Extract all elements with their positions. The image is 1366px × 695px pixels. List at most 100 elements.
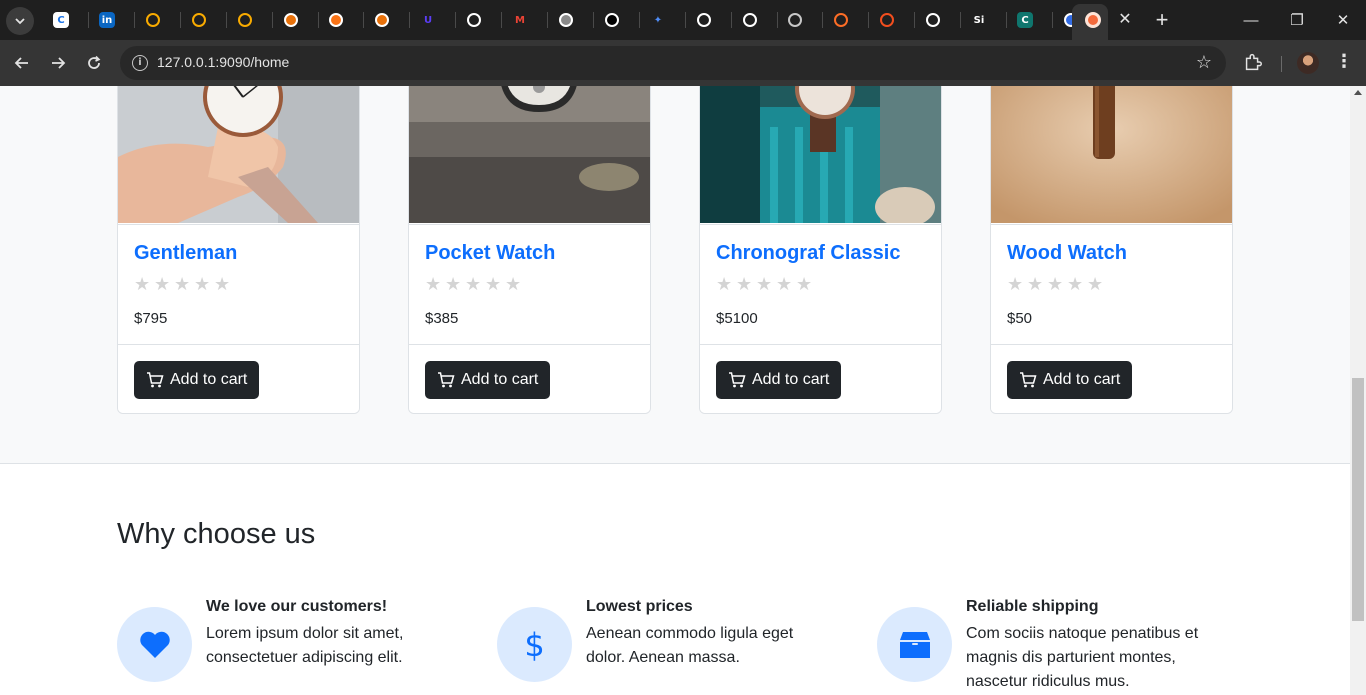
tab-separator [593, 12, 594, 28]
url-text[interactable]: 127.0.0.1:9090/home [157, 54, 289, 70]
star-rating: ★ ★ ★ ★ ★ [425, 276, 522, 294]
tab-separator [685, 12, 686, 28]
forward-button[interactable] [45, 50, 71, 76]
product-image-chronograf-classic[interactable] [700, 86, 941, 223]
address-bar[interactable]: i 127.0.0.1:9090/home ☆ [120, 46, 1226, 80]
tab-separator [547, 12, 548, 28]
product-image-wood-watch[interactable] [991, 86, 1232, 223]
gitlab-icon[interactable] [831, 10, 851, 30]
tab-separator [1006, 12, 1007, 28]
star-icon: ★ [194, 274, 211, 295]
reload-button[interactable] [81, 50, 107, 76]
tab-separator [731, 12, 732, 28]
watch-photo [700, 86, 941, 223]
product-title[interactable]: Chronograf Classic [716, 242, 900, 265]
watch-photo [991, 86, 1232, 223]
bookmark-star-icon[interactable]: ☆ [1196, 52, 1212, 73]
new-tab-button[interactable]: + [1150, 7, 1174, 33]
product-title[interactable]: Wood Watch [1007, 242, 1127, 265]
google-cloud-icon[interactable] [235, 10, 255, 30]
maximize-button[interactable]: ❐ [1274, 0, 1320, 40]
arrow-right-icon [52, 57, 66, 69]
product-title[interactable]: Pocket Watch [425, 242, 555, 265]
add-to-cart-button[interactable]: Add to cart [716, 361, 842, 399]
puzzle-icon [1245, 53, 1262, 71]
google-cloud-icon[interactable] [189, 10, 209, 30]
gemini-icon[interactable]: ✦ [648, 10, 668, 30]
linkedin-icon[interactable]: in [97, 10, 117, 30]
tab-separator [960, 12, 961, 28]
star-icon: ★ [716, 274, 733, 295]
github-icon[interactable] [464, 10, 484, 30]
page-scrollbar[interactable] [1350, 86, 1366, 695]
product-card-footer: Add to cart [991, 344, 1232, 413]
tab-close-button[interactable]: ✕ [1116, 9, 1134, 31]
scroll-up-arrow[interactable] [1354, 90, 1362, 95]
youtube-icon[interactable] [556, 10, 576, 30]
feature-heading: We love our customers! [206, 598, 388, 615]
add-to-cart-button[interactable]: Add to cart [134, 361, 260, 399]
product-card-body: Pocket Watch ★ ★ ★ ★ ★ $385 [409, 224, 650, 344]
star-icon: ★ [756, 274, 773, 295]
box-icon [877, 607, 952, 682]
figma-icon[interactable] [877, 10, 897, 30]
tab-strip: Cin U M ✦ Si C ✕ + — ❐ ✕ [0, 0, 1366, 40]
chat-bot-icon[interactable] [602, 10, 622, 30]
gmail-icon[interactable]: M [510, 10, 530, 30]
orange-cube-icon[interactable] [326, 10, 346, 30]
browser-menu-button[interactable]: ⋮ [1334, 51, 1354, 75]
feature-customers: We love our customers! Lorem ipsum dolor… [117, 598, 477, 695]
product-image-pocket-watch[interactable] [409, 86, 650, 223]
tab-separator [134, 12, 135, 28]
browser-toolbar: i 127.0.0.1:9090/home ☆ ⋮ [0, 40, 1366, 86]
orange-app-icon[interactable] [372, 10, 392, 30]
tab-separator [777, 12, 778, 28]
github-icon[interactable] [740, 10, 760, 30]
dollar-icon: $ [497, 607, 572, 682]
globe-icon[interactable] [785, 10, 805, 30]
google-cloud-icon[interactable] [143, 10, 163, 30]
site-info-icon[interactable]: i [132, 55, 148, 71]
u-icon[interactable]: U [418, 10, 438, 30]
tab-separator [272, 12, 273, 28]
product-price: $50 [1007, 310, 1033, 327]
github-icon[interactable] [923, 10, 943, 30]
tab-separator [822, 12, 823, 28]
product-card-footer: Add to cart [118, 344, 359, 413]
add-to-cart-label: Add to cart [1043, 371, 1121, 388]
product-title[interactable]: Gentleman [134, 242, 237, 265]
c-green-icon[interactable]: C [1015, 10, 1035, 30]
profile-avatar[interactable] [1297, 52, 1319, 74]
product-image-gentleman[interactable] [118, 86, 359, 223]
github-icon[interactable] [694, 10, 714, 30]
watch-photo [409, 86, 650, 223]
back-button[interactable] [9, 50, 35, 76]
orange-app-icon[interactable] [281, 10, 301, 30]
star-icon: ★ [1047, 274, 1064, 295]
product-card-footer: Add to cart [409, 344, 650, 413]
close-window-button[interactable]: ✕ [1320, 0, 1366, 40]
star-rating: ★ ★ ★ ★ ★ [716, 274, 813, 295]
tab-search-button[interactable] [6, 7, 34, 35]
tab-separator [88, 12, 89, 28]
si-icon[interactable]: Si [969, 10, 989, 30]
reload-icon [88, 55, 101, 69]
add-to-cart-button[interactable]: Add to cart [425, 361, 551, 399]
tab-separator [180, 12, 181, 28]
minimize-button[interactable]: — [1228, 0, 1274, 40]
feature-shipping: Reliable shipping Com sociis natoque pen… [877, 598, 1237, 695]
tab-separator [914, 12, 915, 28]
star-icon: ★ [1067, 274, 1084, 295]
heart-icon [117, 607, 192, 682]
toolbar-divider [1281, 56, 1282, 72]
scrollbar-thumb[interactable] [1352, 378, 1364, 621]
product-price: $385 [425, 310, 459, 327]
add-to-cart-button[interactable]: Add to cart [1007, 361, 1133, 399]
product-card: Chronograf Classic ★ ★ ★ ★ ★ $5100 Add t… [699, 86, 942, 414]
product-card: Pocket Watch ★ ★ ★ ★ ★ $385 Add to cart [408, 86, 651, 414]
tab-separator [1052, 12, 1053, 28]
extensions-button[interactable] [1242, 51, 1266, 75]
watch-photo [118, 86, 359, 223]
chevron-down-icon [15, 18, 25, 25]
c-icon[interactable]: C [51, 10, 71, 30]
